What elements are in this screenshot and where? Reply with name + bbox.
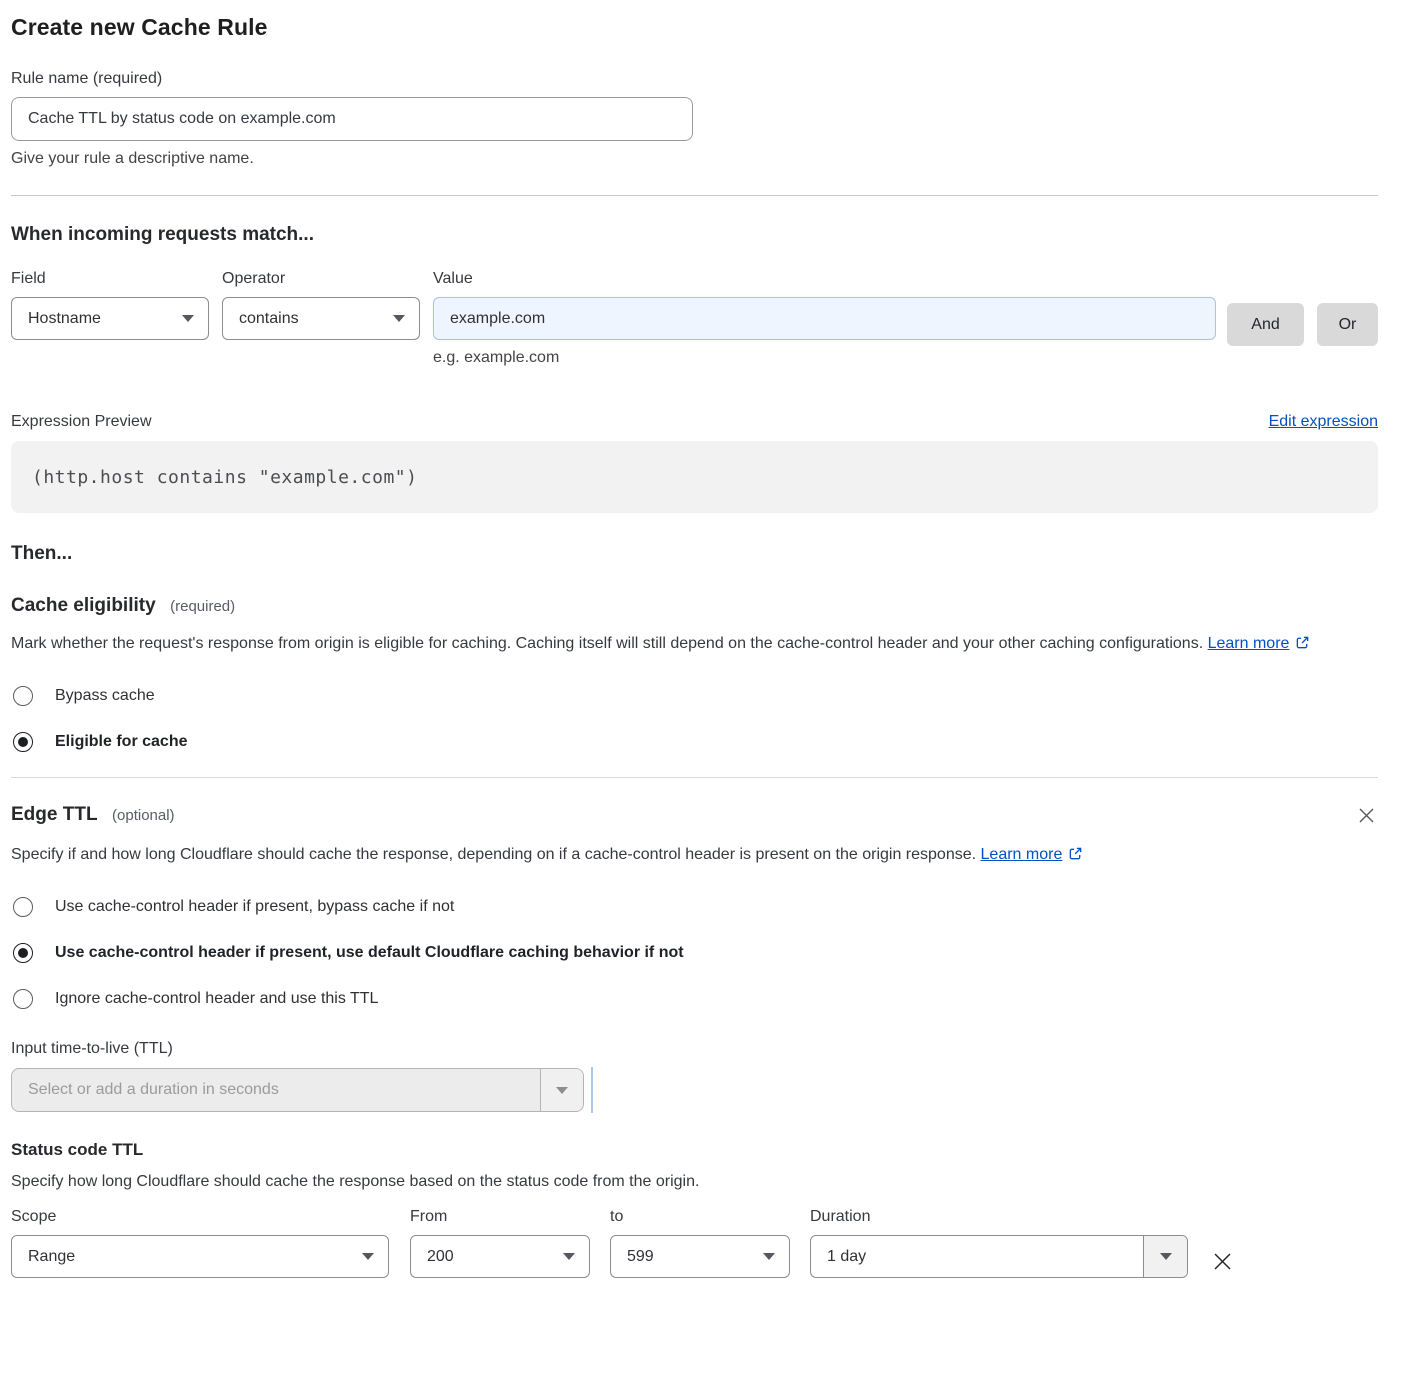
- status-code-ttl-title: Status code TTL: [11, 1140, 1378, 1160]
- status-code-ttl-description: Specify how long Cloudflare should cache…: [11, 1168, 1378, 1196]
- field-select[interactable]: Hostname: [11, 297, 209, 340]
- radio-use-cc-default[interactable]: Use cache-control header if present, use…: [11, 943, 1378, 963]
- duration-select-value: 1 day: [811, 1236, 1143, 1277]
- from-select[interactable]: 200: [410, 1235, 590, 1278]
- value-input[interactable]: [433, 297, 1216, 340]
- or-button[interactable]: Or: [1317, 303, 1378, 346]
- cache-eligibility-description: Mark whether the request's response from…: [11, 630, 1366, 660]
- operator-select[interactable]: contains: [222, 297, 420, 340]
- external-link-icon: [1295, 632, 1310, 660]
- dropdown-arrow-icon: [556, 1087, 568, 1094]
- scope-label: Scope: [11, 1208, 389, 1226]
- dropdown-arrow-icon: [763, 1253, 775, 1260]
- learn-more-link[interactable]: Learn more: [981, 846, 1063, 863]
- expression-preview-label: Expression Preview: [11, 413, 152, 431]
- value-hint: e.g. example.com: [433, 349, 1216, 367]
- dropdown-arrow-icon: [182, 315, 194, 322]
- radio-eligible-for-cache[interactable]: Eligible for cache: [11, 732, 1378, 752]
- radio-button-selected-icon[interactable]: [13, 732, 33, 752]
- radio-ignore-cc[interactable]: Ignore cache-control header and use this…: [11, 989, 1378, 1009]
- section-divider: [11, 195, 1378, 196]
- radio-button-icon[interactable]: [13, 897, 33, 917]
- radio-button-selected-icon[interactable]: [13, 943, 33, 963]
- external-link-icon: [1068, 843, 1083, 871]
- field-label: Field: [11, 270, 209, 288]
- ttl-placeholder: Select or add a duration in seconds: [12, 1069, 540, 1111]
- edge-ttl-description: Specify if and how long Cloudflare shoul…: [11, 841, 1116, 871]
- to-select[interactable]: 599: [610, 1235, 790, 1278]
- then-heading: Then...: [11, 543, 1378, 565]
- expression-preview-box: (http.host contains "example.com"): [11, 441, 1378, 513]
- radio-bypass-cache[interactable]: Bypass cache: [11, 686, 1378, 706]
- operator-label: Operator: [222, 270, 420, 288]
- to-label: to: [610, 1208, 790, 1226]
- match-heading: When incoming requests match...: [11, 224, 1378, 246]
- page-title: Create new Cache Rule: [11, 14, 1378, 41]
- required-tag: (required): [170, 598, 235, 615]
- dropdown-arrow-icon: [362, 1253, 374, 1260]
- operator-select-value: contains: [239, 310, 299, 328]
- ttl-dropdown-button[interactable]: [540, 1069, 583, 1111]
- status-code-ttl-row: Scope Range From 200 to 599 Duration 1 d…: [11, 1208, 1378, 1278]
- rule-name-label: Rule name (required): [11, 70, 1378, 88]
- to-select-value: 599: [627, 1248, 654, 1266]
- focus-caret: [591, 1067, 593, 1113]
- expression-code: (http.host contains "example.com"): [32, 467, 417, 488]
- edit-expression-link[interactable]: Edit expression: [1269, 413, 1378, 431]
- section-divider: [11, 777, 1378, 778]
- rule-name-input[interactable]: [11, 97, 693, 141]
- ttl-duration-select[interactable]: Select or add a duration in seconds: [11, 1068, 584, 1112]
- value-label: Value: [433, 270, 1216, 288]
- ttl-label: Input time-to-live (TTL): [11, 1040, 1378, 1058]
- dropdown-arrow-icon: [563, 1253, 575, 1260]
- field-select-value: Hostname: [28, 310, 101, 328]
- radio-button-icon[interactable]: [13, 686, 33, 706]
- optional-tag: (optional): [112, 807, 175, 824]
- duration-select[interactable]: 1 day: [810, 1235, 1188, 1278]
- dropdown-arrow-icon: [393, 315, 405, 322]
- radio-button-icon[interactable]: [13, 989, 33, 1009]
- from-label: From: [410, 1208, 590, 1226]
- create-cache-rule-form: Create new Cache Rule Rule name (require…: [0, 0, 1412, 1304]
- radio-use-cc-bypass[interactable]: Use cache-control header if present, byp…: [11, 897, 1378, 917]
- duration-dropdown-button[interactable]: [1143, 1236, 1187, 1277]
- remove-edge-ttl-button[interactable]: [1355, 804, 1378, 832]
- edge-ttl-title: Edge TTL: [11, 804, 98, 825]
- cache-eligibility-title: Cache eligibility: [11, 595, 156, 616]
- match-condition-row: Field Hostname Operator contains Value e…: [11, 270, 1378, 367]
- dropdown-arrow-icon: [1160, 1253, 1172, 1260]
- duration-label: Duration: [810, 1208, 1188, 1226]
- scope-select[interactable]: Range: [11, 1235, 389, 1278]
- from-select-value: 200: [427, 1248, 454, 1266]
- learn-more-link[interactable]: Learn more: [1208, 635, 1290, 652]
- remove-status-code-row-button[interactable]: [1211, 1250, 1234, 1278]
- scope-select-value: Range: [28, 1248, 75, 1266]
- rule-name-help: Give your rule a descriptive name.: [11, 150, 1378, 168]
- and-button[interactable]: And: [1227, 303, 1304, 346]
